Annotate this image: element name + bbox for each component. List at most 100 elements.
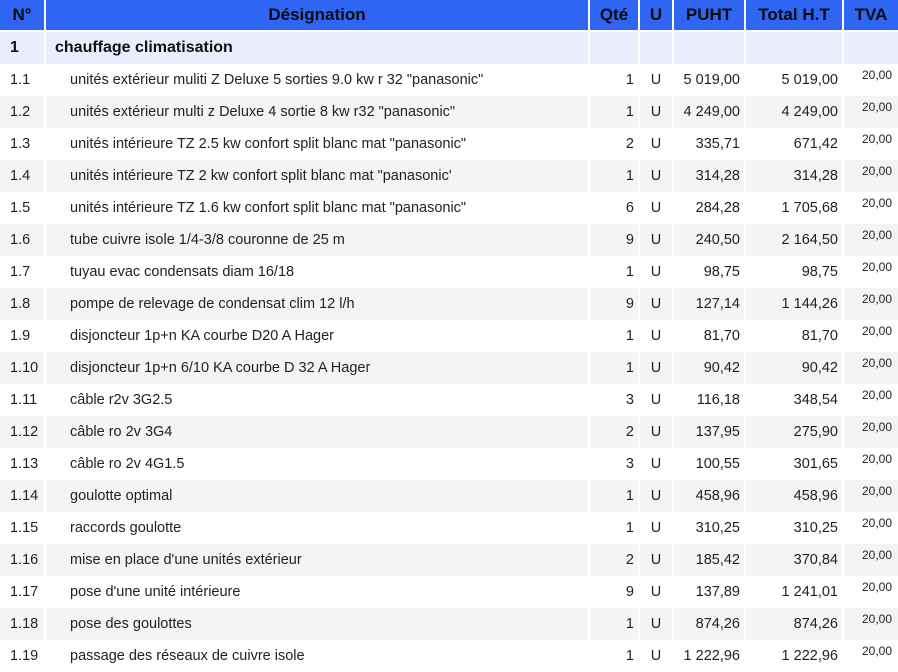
table-row: 1.9 disjoncteur 1p+n KA courbe D20 A Hage… — [0, 320, 898, 352]
cell-puht: 1 222,96 — [673, 640, 746, 672]
cell-unit: U — [639, 224, 674, 256]
cell-qte: 6 — [589, 192, 640, 224]
cell-total: 275,90 — [745, 416, 844, 448]
cell-total: 301,65 — [745, 448, 844, 480]
cell-num: 1.5 — [0, 192, 46, 224]
cell-num: 1.6 — [0, 224, 46, 256]
cell-qte: 1 — [589, 352, 640, 384]
table-row: 1.4 unités intérieure TZ 2 kw confort spl… — [0, 160, 898, 192]
cell-qte: 1 — [589, 512, 640, 544]
cell-designation: unités intérieure TZ 2 kw confort split … — [45, 160, 590, 192]
header-puht: PUHT — [673, 0, 746, 32]
cell-tva: 20,00 — [843, 512, 898, 544]
cell-total: 4 249,00 — [745, 96, 844, 128]
cell-tva: 20,00 — [843, 160, 898, 192]
table-row: 1.6 tube cuivre isole 1/4-3/8 couronne de… — [0, 224, 898, 256]
cell-qte: 2 — [589, 416, 640, 448]
cell-tva: 20,00 — [843, 544, 898, 576]
cell-num: 1.3 — [0, 128, 46, 160]
cell-designation: unités extérieur multi z Deluxe 4 sortie… — [45, 96, 590, 128]
table-row: 1.7 tuyau evac condensats diam 16/18 1 U 98,… — [0, 256, 898, 288]
header-tva: TVA — [843, 0, 898, 32]
cell-num: 1.8 — [0, 288, 46, 320]
cell-total: 314,28 — [745, 160, 844, 192]
cell-qte: 1 — [589, 96, 640, 128]
cell-unit: U — [639, 64, 674, 96]
cell-tva: 20,00 — [843, 96, 898, 128]
cell-puht: 5 019,00 — [673, 64, 746, 96]
cell-total: 310,25 — [745, 512, 844, 544]
cell-unit: U — [639, 352, 674, 384]
header-num: N° — [0, 0, 46, 32]
cell-tva: 20,00 — [843, 128, 898, 160]
cell-qte: 2 — [589, 128, 640, 160]
cell-num: 1.16 — [0, 544, 46, 576]
cell-designation: câble r2v 3G2.5 — [45, 384, 590, 416]
section-title: chauffage climatisation — [45, 31, 590, 64]
table-row: 1.10 disjoncteur 1p+n 6/10 KA courbe D 32… — [0, 352, 898, 384]
cell-puht: 100,55 — [673, 448, 746, 480]
header-unit: U — [639, 0, 674, 32]
cell-designation: pose d'une unité intérieure — [45, 576, 590, 608]
cell-designation: câble ro 2v 4G1.5 — [45, 448, 590, 480]
quote-table: N° Désignation Qté U PUHT Total H.T TVA … — [0, 0, 898, 672]
cell-tva: 20,00 — [843, 224, 898, 256]
cell-tva: 20,00 — [843, 64, 898, 96]
table-row: 1.13 câble ro 2v 4G1.5 3 U 100,55 301,65 20,00 — [0, 448, 898, 480]
cell-puht: 81,70 — [673, 320, 746, 352]
table-row: 1.11 câble r2v 3G2.5 3 U 116,18 348,54 20,00 — [0, 384, 898, 416]
cell-num: 1.1 — [0, 64, 46, 96]
cell-designation: passage des réseaux de cuivre isole — [45, 640, 590, 672]
table-row: 1.12 câble ro 2v 3G4 2 U 137,95 275,90 20,00 — [0, 416, 898, 448]
table-row: 1.16 mise en place d'une unités extérieur… — [0, 544, 898, 576]
cell-qte: 1 — [589, 320, 640, 352]
header-designation: Désignation — [45, 0, 590, 32]
cell-total: 348,54 — [745, 384, 844, 416]
cell-tva: 20,00 — [843, 640, 898, 672]
table-row: 1.19 passage des réseaux de cuivre isole 1… — [0, 640, 898, 672]
cell-num: 1.15 — [0, 512, 46, 544]
section-cell — [589, 31, 640, 64]
cell-num: 1.2 — [0, 96, 46, 128]
cell-puht: 137,95 — [673, 416, 746, 448]
cell-unit: U — [639, 512, 674, 544]
cell-puht: 116,18 — [673, 384, 746, 416]
cell-puht: 335,71 — [673, 128, 746, 160]
cell-designation: disjoncteur 1p+n 6/10 KA courbe D 32 A H… — [45, 352, 590, 384]
table-body: 1 chauffage climatisation 1.1 unités exté… — [0, 31, 898, 672]
cell-puht: 98,75 — [673, 256, 746, 288]
cell-designation: tube cuivre isole 1/4-3/8 couronne de 25… — [45, 224, 590, 256]
cell-unit: U — [639, 480, 674, 512]
cell-unit: U — [639, 448, 674, 480]
table-row: 1.1 unités extérieur muliti Z Deluxe 5 so… — [0, 64, 898, 96]
cell-total: 98,75 — [745, 256, 844, 288]
cell-qte: 1 — [589, 640, 640, 672]
cell-unit: U — [639, 384, 674, 416]
section-num: 1 — [0, 31, 46, 64]
cell-unit: U — [639, 416, 674, 448]
cell-tva: 20,00 — [843, 320, 898, 352]
cell-designation: raccords goulotte — [45, 512, 590, 544]
cell-qte: 1 — [589, 160, 640, 192]
table-row: 1.8 pompe de relevage de condensat clim 1… — [0, 288, 898, 320]
cell-tva: 20,00 — [843, 288, 898, 320]
cell-tva: 20,00 — [843, 256, 898, 288]
cell-total: 874,26 — [745, 608, 844, 640]
cell-num: 1.4 — [0, 160, 46, 192]
section-cell — [843, 31, 898, 64]
cell-tva: 20,00 — [843, 480, 898, 512]
cell-puht: 458,96 — [673, 480, 746, 512]
cell-num: 1.18 — [0, 608, 46, 640]
table-row: 1.18 pose des goulottes 1 U 874,26 874,26 20,0… — [0, 608, 898, 640]
cell-num: 1.13 — [0, 448, 46, 480]
cell-num: 1.11 — [0, 384, 46, 416]
cell-tva: 20,00 — [843, 608, 898, 640]
cell-puht: 314,28 — [673, 160, 746, 192]
cell-num: 1.19 — [0, 640, 46, 672]
cell-total: 458,96 — [745, 480, 844, 512]
cell-qte: 3 — [589, 384, 640, 416]
cell-unit: U — [639, 288, 674, 320]
cell-unit: U — [639, 544, 674, 576]
table-row: 1.3 unités intérieure TZ 2.5 kw confort s… — [0, 128, 898, 160]
cell-total: 1 144,26 — [745, 288, 844, 320]
